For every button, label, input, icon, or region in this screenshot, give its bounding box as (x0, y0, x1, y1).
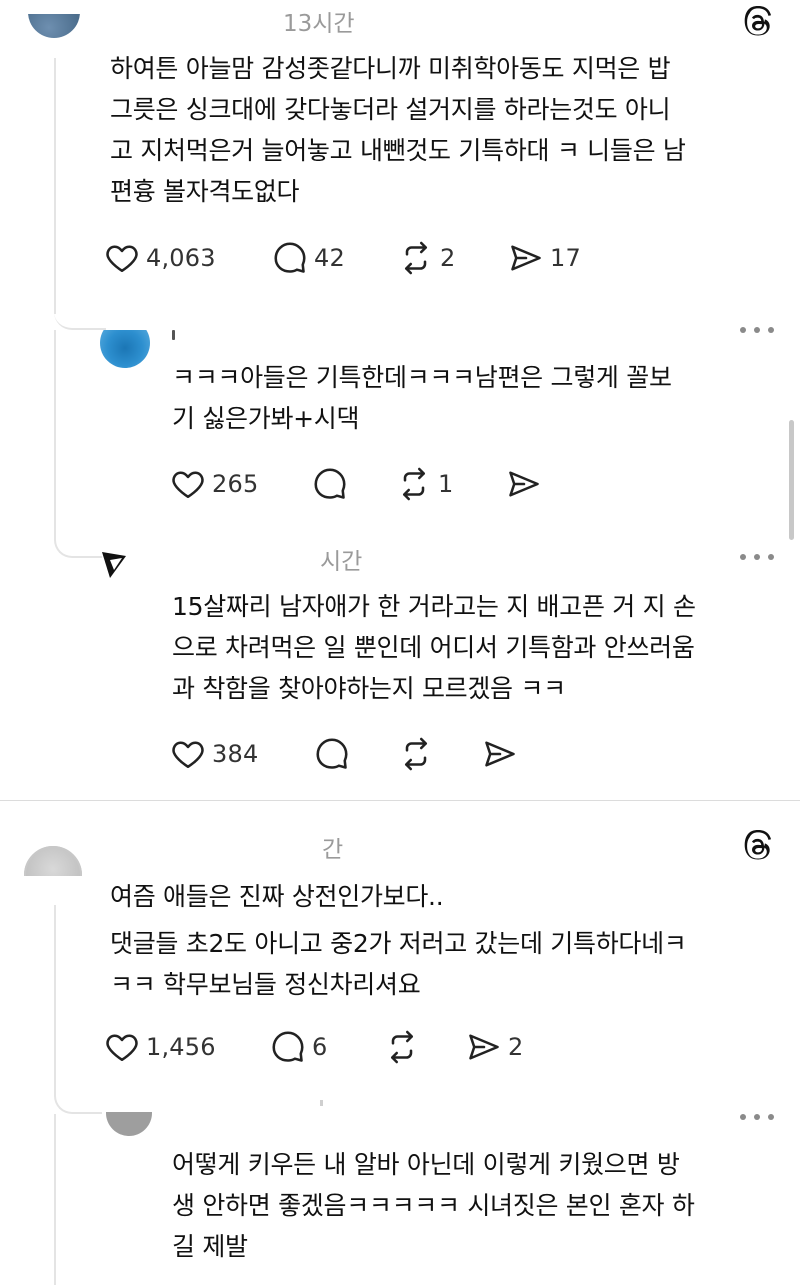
repost-button[interactable] (384, 1027, 426, 1067)
like-count: 4,063 (146, 244, 216, 272)
share-count: 17 (550, 244, 581, 272)
like-count: 1,456 (146, 1033, 216, 1061)
reply-timestamp: 시간 (320, 549, 363, 575)
comment-bubble-icon (314, 468, 346, 499)
comment-bubble-icon (272, 1031, 304, 1062)
avatar[interactable] (100, 330, 150, 368)
post-text-line: ㅋㅋ 학무보님들 정신차리셔요 (110, 970, 421, 999)
thread-line (54, 1114, 56, 1285)
like-count: 265 (212, 470, 259, 498)
share-button[interactable]: 17 (508, 238, 581, 278)
comment-button[interactable]: 42 (272, 238, 345, 278)
repost-button[interactable] (398, 734, 440, 774)
comment-bubble-icon (274, 242, 306, 273)
send-icon (511, 245, 541, 271)
reply-text-line: 으로 차려먹은 일 뿐인데 어디서 기특함과 안쓰러움 (172, 633, 695, 662)
avatar-ring (24, 846, 82, 876)
like-count: 384 (212, 740, 259, 768)
reply-text-line: 과 착함을 찾아야하는지 모르겠음 ㅋㅋ (172, 674, 566, 703)
like-button[interactable]: 384 (170, 734, 258, 774)
post-text-line: 고 지처먹은거 늘어놓고 내뺀것도 기특하대 ㅋ 니들은 남 (110, 136, 686, 165)
heart-icon (106, 245, 138, 273)
post-text-line: 그릇은 싱크대에 갖다놓더라 설거지를 하라는것도 아니 (110, 95, 671, 124)
repost-icon (402, 467, 426, 501)
thread-connector (54, 1080, 102, 1114)
repost-icon (404, 241, 428, 275)
username-fragment (320, 1100, 323, 1106)
comment-button[interactable]: 6 (270, 1027, 327, 1067)
send-icon (485, 741, 515, 767)
reply-text-line: 생 안하면 좋겠음ㅋㅋㅋㅋㅋ 시녀짓은 본인 혼자 하 (172, 1191, 695, 1220)
thread-line (54, 58, 56, 314)
post-text-line: 하여튼 아늘맘 감성좃같다니까 미취학아동도 지먹은 밥 (110, 54, 671, 83)
scrollbar[interactable] (789, 420, 794, 540)
repost-button[interactable]: 2 (398, 238, 455, 278)
threads-logo-icon[interactable] (740, 830, 774, 864)
share-button[interactable] (506, 464, 548, 504)
comment-button[interactable] (312, 464, 354, 504)
reply-text-line: ㅋㅋㅋ아들은 기특한데ㅋㅋㅋ남편은 그렇게 꼴보 (172, 363, 672, 392)
heart-icon (106, 1034, 138, 1062)
send-icon (509, 471, 539, 497)
like-button[interactable]: 1,456 (104, 1027, 216, 1067)
thread-connector (54, 510, 102, 558)
post-timestamp: 13시간 (283, 11, 355, 37)
post-text-line: 편흉 볼자격도없다 (110, 177, 300, 206)
send-icon (469, 1034, 499, 1060)
repost-button[interactable]: 1 (396, 464, 453, 504)
like-button[interactable]: 4,063 (104, 238, 216, 278)
more-dots-icon[interactable] (740, 1112, 774, 1122)
share-button[interactable] (482, 734, 524, 774)
comment-count: 6 (312, 1033, 328, 1061)
repost-count: 2 (440, 244, 456, 272)
reply-text: 15살짜리 남자애가 한 거라고는 지 배고픈 거 지 손 으로 차려먹은 일 … (172, 586, 696, 709)
heart-icon (172, 471, 204, 499)
comment-button[interactable] (314, 734, 356, 774)
post-text: 여즘 애들은 진짜 상전인가보다.. 댓글들 초2도 아니고 중2가 저러고 갔… (110, 876, 687, 1005)
avatar[interactable] (28, 14, 80, 38)
more-dots-icon[interactable] (740, 552, 774, 562)
reply-text: 어떻게 키우든 내 알바 아닌데 이렇게 키웠으면 방 생 안하면 좋겠음ㅋㅋㅋ… (172, 1144, 695, 1267)
comment-count: 42 (314, 244, 345, 272)
post-timestamp: 간 (322, 837, 344, 863)
reply-text-line: 15살짜리 남자애가 한 거라고는 지 배고픈 거 지 손 (172, 592, 696, 621)
thread-connector (54, 300, 106, 330)
threads-logo-icon[interactable] (740, 6, 774, 40)
repost-icon (404, 737, 428, 771)
avatar[interactable] (106, 1112, 152, 1136)
more-dots-icon[interactable] (740, 325, 774, 335)
post-divider (0, 800, 800, 801)
heart-icon (172, 741, 204, 769)
reply-text-line: 어떻게 키우든 내 알바 아닌데 이렇게 키웠으면 방 (172, 1150, 680, 1179)
share-button[interactable]: 2 (466, 1027, 523, 1067)
repost-icon (390, 1030, 414, 1064)
post-text: 하여튼 아늘맘 감성좃같다니까 미취학아동도 지먹은 밥 그릇은 싱크대에 갖다… (110, 48, 686, 212)
post-text-line: 댓글들 초2도 아니고 중2가 저러고 갔는데 기특하다네ㅋ (110, 929, 687, 958)
username-fragment (172, 330, 175, 340)
post-text-line: 여즘 애들은 진짜 상전인가보다.. (110, 882, 444, 911)
share-count: 2 (508, 1033, 524, 1061)
reply-text: ㅋㅋㅋ아들은 기특한데ㅋㅋㅋ남편은 그렇게 꼴보 기 싫은가봐+시댁 (172, 357, 672, 439)
username-fragment (110, 0, 280, 10)
thread-line (54, 905, 56, 1095)
reply-text-line: 길 제발 (172, 1232, 248, 1261)
avatar[interactable] (96, 542, 136, 582)
thread-line (54, 330, 56, 530)
repost-count: 1 (438, 470, 454, 498)
reply-text-line: 기 싫은가봐+시댁 (172, 404, 360, 433)
like-button[interactable]: 265 (170, 464, 258, 504)
comment-bubble-icon (316, 738, 348, 769)
